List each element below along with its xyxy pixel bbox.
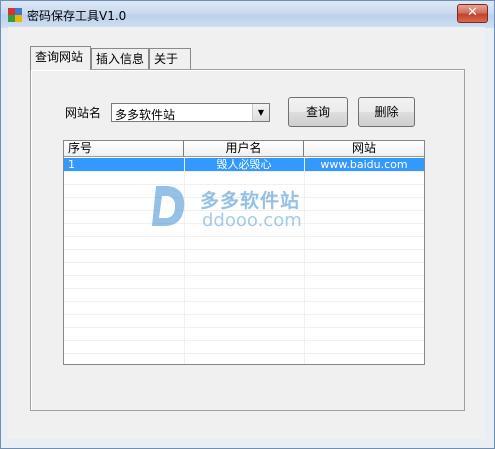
watermark-text-en: ddooo.com [202,210,302,231]
column-header-username[interactable]: 用户名 [184,141,304,157]
row-gridline [64,288,424,289]
column-header-index[interactable]: 序号 [64,141,184,157]
app-icon [8,8,22,22]
tab-query-site[interactable]: 查询网站 [30,46,91,70]
watermark: 多多软件站 ddooo.com [150,182,340,234]
row-gridline [64,327,424,328]
query-button-label: 查询 [305,105,330,119]
row-gridline [64,275,424,276]
row-gridline [64,314,424,315]
row-gridline [64,171,424,172]
title-bar[interactable]: 密码保存工具V1.0 ✕ [1,1,494,28]
column-header-label: 网站 [351,141,376,155]
window-title: 密码保存工具V1.0 [27,9,127,23]
tab-label: 查询网站 [35,50,84,64]
column-header-label: 序号 [68,141,93,155]
close-icon: ✕ [467,5,478,20]
row-gridline [64,301,424,302]
row-gridline [64,249,424,250]
tab-label: 插入信息 [96,52,145,66]
row-gridline [64,353,424,354]
delete-button[interactable]: 删除 [358,97,415,127]
site-name-label: 网站名 [65,106,102,120]
cell-site: www.baidu.com [320,158,408,171]
close-button[interactable]: ✕ [457,4,488,23]
row-gridline [64,340,424,341]
row-gridline [64,236,424,237]
chevron-down-icon[interactable]: ▼ [252,104,269,121]
column-header-label: 用户名 [225,141,262,155]
query-button[interactable]: 查询 [288,97,348,127]
watermark-text-cn: 多多软件站 [200,190,301,212]
results-list[interactable]: 序号 用户名 网站 1 毁人必毁心 www.baidu.com [63,140,425,365]
delete-button-label: 删除 [374,105,399,119]
cell-index: 1 [68,158,75,171]
table-row[interactable]: 1 毁人必毁心 www.baidu.com [64,158,424,171]
column-header-site[interactable]: 网站 [304,141,424,157]
tab-insert-info[interactable]: 插入信息 [91,48,149,69]
site-select-value: 多多软件站 [115,108,176,122]
watermark-logo [152,186,185,226]
site-name-select[interactable]: 多多软件站 ▼ [111,103,270,122]
tab-about[interactable]: 关于 [149,48,191,69]
row-gridline [64,262,424,263]
tab-label: 关于 [154,52,179,66]
cell-username: 毁人必毁心 [216,158,272,171]
